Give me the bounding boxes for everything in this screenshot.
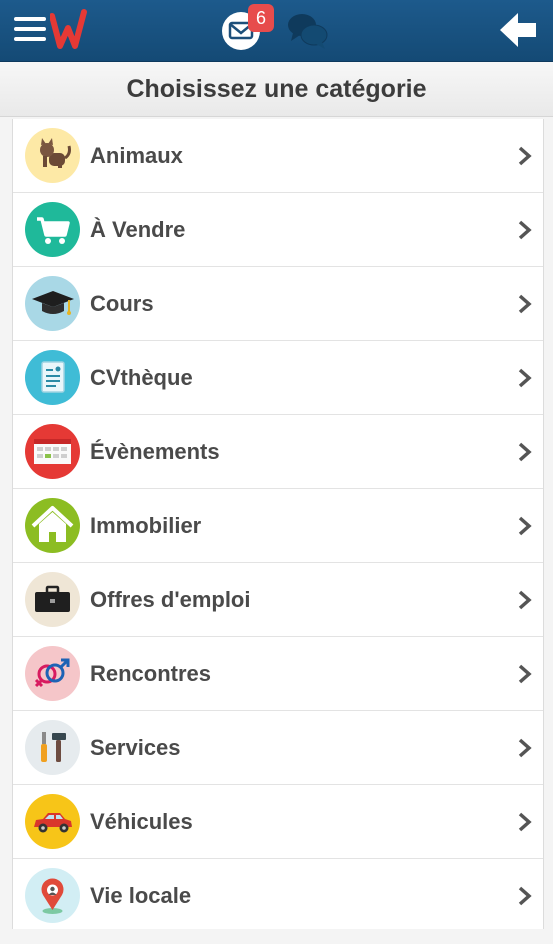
category-item-a-vendre[interactable]: À Vendre xyxy=(13,193,543,267)
page-header: Choisissez une catégorie xyxy=(0,62,553,117)
category-label: Cours xyxy=(90,291,154,316)
chat-icon[interactable] xyxy=(287,11,329,51)
chevron-right-icon xyxy=(518,516,532,536)
chevron-right-icon xyxy=(518,146,532,166)
gender-symbols-icon xyxy=(25,646,80,701)
category-label: Véhicules xyxy=(90,809,193,834)
chevron-right-icon xyxy=(518,664,532,684)
page-title: Choisissez une catégorie xyxy=(126,75,427,103)
category-item-offres-emploi[interactable]: Offres d'emploi xyxy=(13,563,543,637)
map-pin-icon xyxy=(25,868,80,923)
category-item-rencontres[interactable]: Rencontres xyxy=(13,637,543,711)
chevron-right-icon xyxy=(518,442,532,462)
category-item-cvtheque[interactable]: CVthèque xyxy=(13,341,543,415)
category-item-immobilier[interactable]: Immobilier xyxy=(13,489,543,563)
category-label: Services xyxy=(90,735,181,760)
category-item-vie-locale[interactable]: Vie locale xyxy=(13,859,543,929)
category-label: Vie locale xyxy=(90,883,192,908)
chevron-right-icon xyxy=(518,590,532,610)
top-bar: 6 xyxy=(0,0,553,62)
category-label: Immobilier xyxy=(90,513,202,538)
car-icon xyxy=(25,794,80,849)
calendar-icon xyxy=(25,424,80,479)
chevron-right-icon xyxy=(518,220,532,240)
house-icon xyxy=(25,498,80,553)
tools-icon xyxy=(25,720,80,775)
back-arrow-icon[interactable] xyxy=(498,11,538,49)
category-label: Rencontres xyxy=(90,661,212,686)
graduation-cap-icon xyxy=(25,276,80,331)
briefcase-icon xyxy=(25,572,80,627)
cat-icon xyxy=(25,128,80,183)
category-label: Évènements xyxy=(90,439,220,464)
category-label: Offres d'emploi xyxy=(90,587,251,612)
resume-document-icon xyxy=(25,350,80,405)
chevron-right-icon xyxy=(518,368,532,388)
category-label: À Vendre xyxy=(90,217,186,242)
chevron-right-icon xyxy=(518,738,532,758)
mail-count-badge: 6 xyxy=(248,4,274,32)
category-label: Animaux xyxy=(90,143,183,168)
chevron-right-icon xyxy=(518,886,532,906)
chevron-right-icon xyxy=(518,294,532,314)
category-label: CVthèque xyxy=(90,365,193,390)
category-item-vehicules[interactable]: Véhicules xyxy=(13,785,543,859)
category-item-services[interactable]: Services xyxy=(13,711,543,785)
mail-button[interactable]: 6 xyxy=(222,4,274,50)
chevron-right-icon xyxy=(518,812,532,832)
menu-icon[interactable] xyxy=(14,17,46,43)
category-item-animaux[interactable]: Animaux xyxy=(13,119,543,193)
category-item-cours[interactable]: Cours xyxy=(13,267,543,341)
category-list: Animaux À Vendre Cours CVthèque Évènemen… xyxy=(12,119,544,929)
category-item-evenements[interactable]: Évènements xyxy=(13,415,543,489)
shopping-cart-icon xyxy=(25,202,80,257)
app-logo[interactable] xyxy=(49,8,88,52)
